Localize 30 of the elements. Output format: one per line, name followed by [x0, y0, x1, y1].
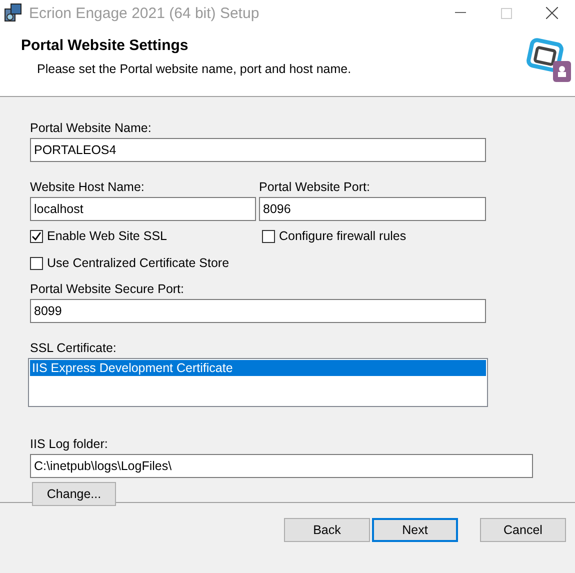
checkbox[interactable]: Enable Web Site SSL [30, 228, 259, 244]
change-button[interactable]: Change... [32, 482, 116, 506]
page-subtitle: Please set the Portal website name, port and host name. [37, 62, 352, 76]
page-title: Portal Website Settings [21, 37, 190, 54]
input-field[interactable]: PORTALEOS4 [30, 138, 486, 162]
next-button[interactable]: Next [372, 518, 458, 542]
field-label: SSL Certificate: [30, 341, 118, 357]
installer-icon [3, 3, 23, 23]
minimize-icon[interactable] [454, 12, 466, 14]
checkbox[interactable]: Configure firewall rules [262, 228, 406, 244]
input-field[interactable]: C:\inetpub\logs\LogFiles\ [30, 454, 533, 478]
close-icon[interactable] [546, 7, 558, 19]
list-item[interactable]: IIS Express Development Certificate [30, 360, 486, 376]
checkbox-box[interactable] [262, 230, 275, 242]
field-label: Portal Website Port: [259, 180, 371, 196]
field-label: IIS Log folder: [30, 437, 109, 453]
checkbox[interactable]: Use Centralized Certificate Store [30, 255, 575, 271]
input-field[interactable]: localhost [30, 197, 256, 221]
back-button[interactable]: Back [284, 518, 370, 542]
input-field[interactable]: 8096 [259, 197, 486, 221]
input-field[interactable]: 8099 [30, 299, 486, 323]
cancel-button[interactable]: Cancel [480, 518, 566, 542]
field-label: Portal Website Name: [30, 121, 152, 137]
checkbox-box[interactable] [30, 256, 43, 270]
certificate-list[interactable]: IIS Express Development Certificate [28, 358, 488, 407]
product-logo [526, 38, 572, 84]
field-label: Website Host Name: [30, 180, 146, 196]
window-title: Ecrion Engage 2021 (64 bit) Setup [29, 4, 260, 22]
field-label: Portal Website Secure Port: [30, 282, 186, 298]
checkbox-box[interactable] [30, 230, 43, 242]
